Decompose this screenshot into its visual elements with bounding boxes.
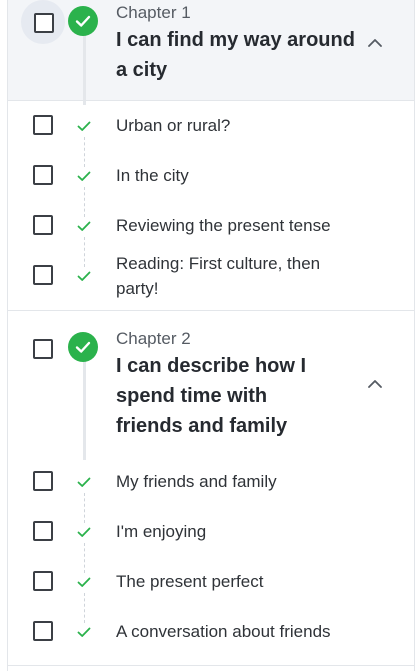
- lesson-title[interactable]: Urban or rural?: [116, 113, 356, 138]
- lesson-checkbox[interactable]: [33, 215, 53, 235]
- lesson-connector: [84, 593, 86, 623]
- lesson-title[interactable]: Reading: First culture, then party!: [116, 251, 346, 301]
- chapter-1-complete-badge: [68, 6, 98, 36]
- lesson-checkbox[interactable]: [33, 165, 53, 185]
- lesson-connector: [84, 543, 86, 573]
- check-icon: [77, 627, 91, 637]
- lesson-checkbox[interactable]: [33, 471, 53, 491]
- check-icon: [77, 527, 91, 537]
- check-icon: [77, 271, 91, 281]
- lesson-checkbox[interactable]: [33, 115, 53, 135]
- divider: [8, 665, 414, 666]
- divider: [8, 100, 414, 101]
- lesson-title[interactable]: My friends and family: [116, 469, 356, 494]
- chapter-1-progress-line: [83, 30, 86, 105]
- check-icon: [75, 341, 91, 353]
- panel-border-right: [414, 0, 415, 671]
- lesson-connector: [84, 137, 86, 167]
- check-icon: [77, 121, 91, 131]
- lesson-checkbox[interactable]: [33, 521, 53, 541]
- chapter-2-label: Chapter 2: [116, 329, 191, 348]
- lesson-connector: [84, 237, 86, 267]
- chapter-1-title[interactable]: I can find my way around a city: [116, 25, 356, 85]
- check-icon: [77, 221, 91, 231]
- chapter-1-label: Chapter 1: [116, 3, 191, 22]
- lesson-connector: [84, 187, 86, 217]
- chapter-2-progress-line: [83, 360, 86, 460]
- check-icon: [77, 171, 91, 181]
- check-icon: [77, 577, 91, 587]
- lesson-title[interactable]: Reviewing the present tense: [116, 213, 356, 238]
- lesson-title[interactable]: I'm enjoying: [116, 519, 356, 544]
- chapter-1-checkbox[interactable]: [34, 13, 54, 33]
- lesson-connector: [84, 493, 86, 523]
- lesson-checkbox[interactable]: [33, 621, 53, 641]
- lesson-checkbox[interactable]: [33, 571, 53, 591]
- chapter-2-complete-badge: [68, 332, 98, 362]
- lesson-title[interactable]: The present perfect: [116, 569, 356, 594]
- check-icon: [77, 477, 91, 487]
- lesson-title[interactable]: In the city: [116, 163, 356, 188]
- lesson-checkbox[interactable]: [33, 265, 53, 285]
- chevron-up-icon[interactable]: [365, 374, 385, 394]
- chevron-up-icon[interactable]: [365, 33, 385, 53]
- chapter-2-title[interactable]: I can describe how I spend time with fri…: [116, 351, 331, 441]
- lesson-title[interactable]: A conversation about friends: [116, 619, 396, 644]
- check-icon: [75, 15, 91, 27]
- chapter-2-checkbox[interactable]: [33, 339, 53, 359]
